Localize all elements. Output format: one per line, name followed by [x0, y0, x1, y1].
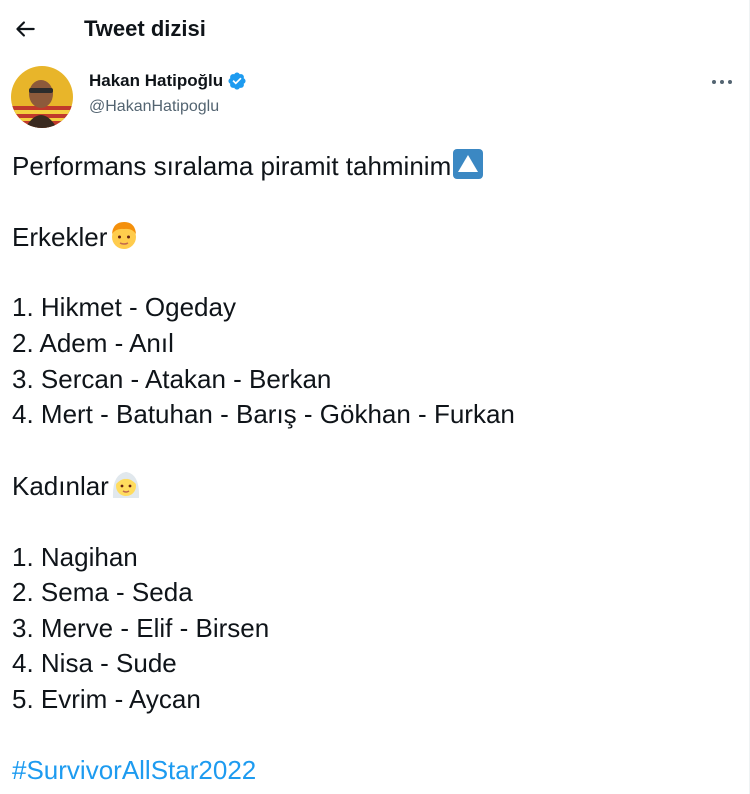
- men-rank-2: 2. Adem - Anıl: [12, 327, 174, 358]
- top-bar: Tweet dizisi: [0, 0, 750, 60]
- more-options-icon[interactable]: [708, 70, 736, 94]
- men-rank-4: 4. Mert - Batuhan - Barış - Gökhan - Fur…: [12, 399, 515, 430]
- women-rank-3: 3. Merve - Elif - Birsen: [12, 612, 270, 643]
- women-heading-line: Kadınlar: [12, 468, 732, 504]
- women-rank-4: 4. Nisa - Sude: [12, 648, 177, 679]
- women-rank-1: 1. Nagihan: [12, 541, 138, 572]
- page-title: Tweet dizisi: [84, 16, 206, 41]
- tweet-intro-line: Performans sıralama piramit tahminim: [12, 148, 732, 184]
- men-heading-line: Erkekler: [12, 219, 732, 255]
- men-heading: Erkekler: [12, 222, 108, 253]
- arrow-left-icon[interactable]: [12, 16, 38, 42]
- women-rank-5: 5. Evrim - Aycan: [12, 683, 201, 714]
- woman-white-hair-icon: [112, 472, 139, 499]
- hashtag-link[interactable]: #SurvivorAllStar2022: [12, 755, 256, 785]
- author-handle[interactable]: @HakanHatipoglu: [89, 98, 219, 116]
- women-heading: Kadınlar: [12, 471, 109, 502]
- verified-badge-icon: [227, 71, 247, 91]
- men-rank-3: 3. Sercan - Atakan - Berkan: [12, 363, 332, 394]
- men-rank-1: 1. Hikmet - Ogeday: [12, 292, 236, 323]
- tweet-intro: Performans sıralama piramit tahminim: [12, 151, 452, 181]
- tweet-text: Performans sıralama piramit tahminim Erk…: [12, 148, 732, 789]
- man-blond-icon: [112, 222, 137, 250]
- avatar[interactable]: [11, 66, 73, 128]
- women-rank-2: 2. Sema - Seda: [12, 577, 193, 608]
- author-name[interactable]: Hakan Hatipoğlu: [89, 71, 223, 91]
- up-arrow-button-icon: [453, 149, 484, 179]
- author-name-row: Hakan Hatipoğlu: [89, 71, 247, 91]
